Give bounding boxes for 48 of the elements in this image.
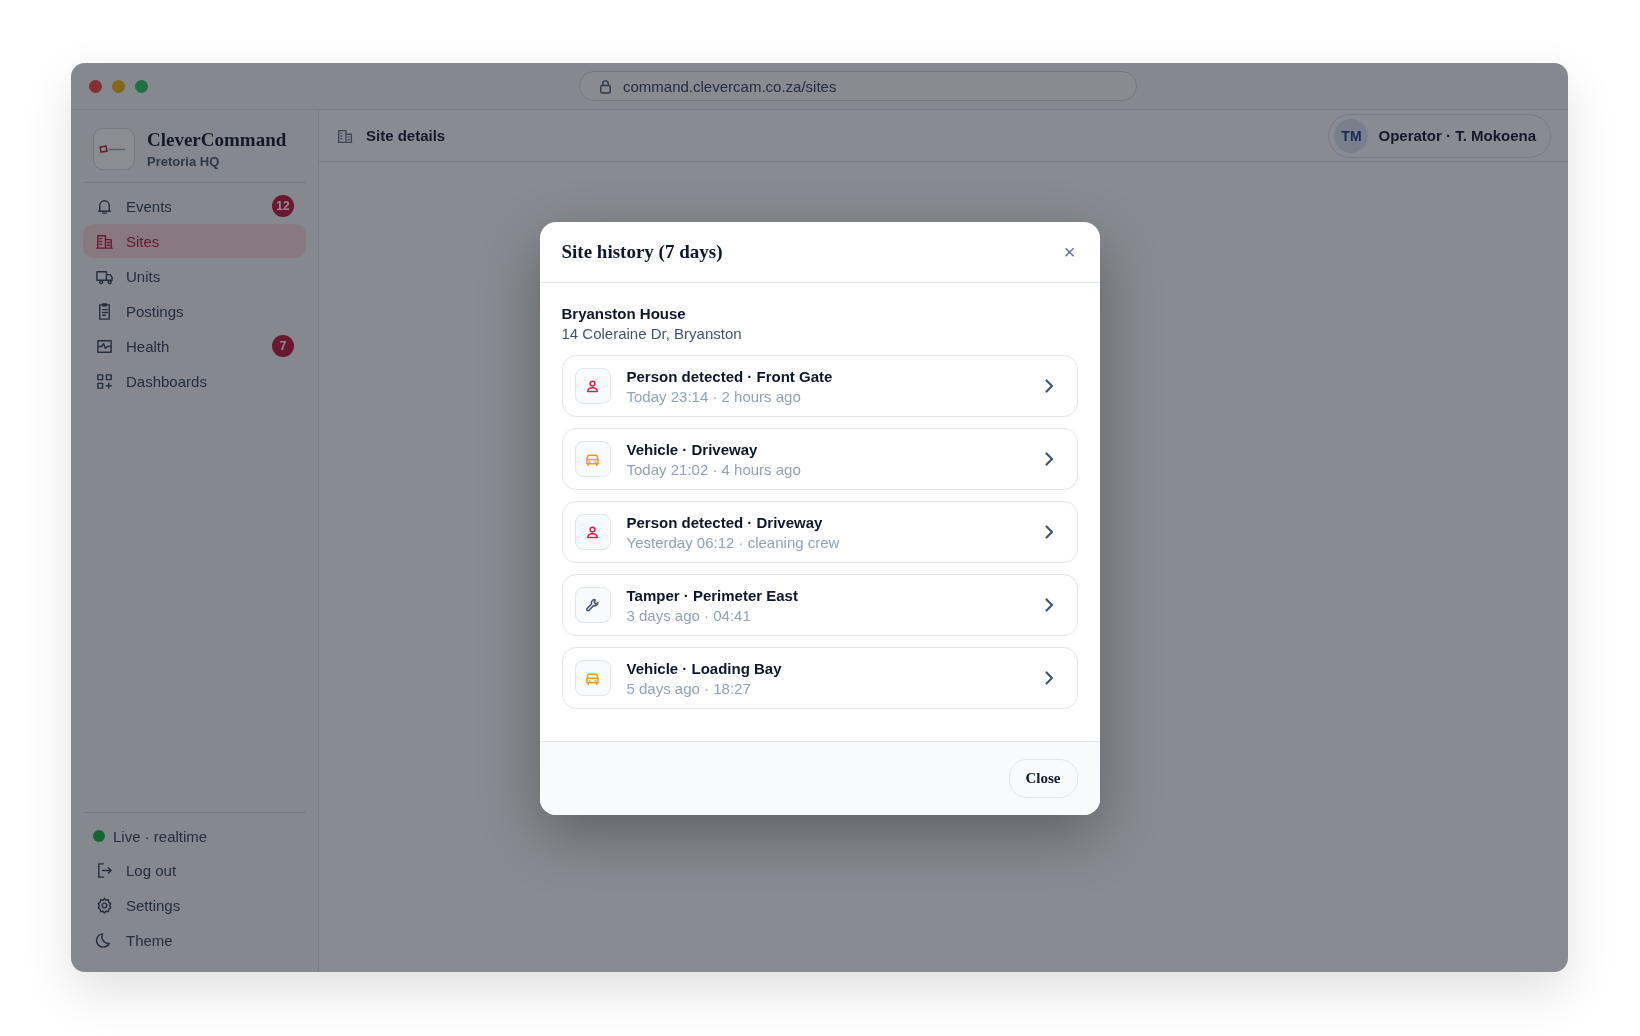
logout-icon: [95, 860, 114, 880]
event-title: Tamper · Perimeter East: [626, 586, 799, 604]
wrench-icon: [584, 596, 601, 614]
nav-item[interactable]: Units: [83, 259, 306, 293]
event-title: Vehicle · Driveway: [626, 440, 759, 458]
page-title: Site details: [366, 127, 446, 144]
event-row[interactable]: Person detected · Front Gate Today 23:14 · 2 hours ago: [561, 355, 1078, 417]
person-icon: [584, 377, 601, 395]
sidebar-link[interactable]: Theme: [83, 923, 306, 957]
app-logo: [93, 128, 135, 170]
event-time: 5 days ago · 18:27: [626, 679, 752, 697]
status-label: Live · realtime: [113, 827, 208, 845]
location-label: Pretoria HQ: [147, 154, 221, 169]
nav-item[interactable]: Events 12: [83, 189, 306, 223]
minimize-window-button[interactable]: [112, 79, 125, 93]
nav-item[interactable]: Health 7: [83, 329, 306, 363]
event-title: Vehicle · Loading Bay: [626, 659, 783, 677]
address-bar[interactable]: command.clevercam.co.za/sites: [579, 71, 1137, 101]
sidebar-link[interactable]: Log out: [83, 853, 306, 887]
event-row[interactable]: Person detected · Driveway Yesterday 06:12 · cleaning crew: [561, 501, 1078, 563]
count-badge: 7: [272, 335, 294, 357]
event-row[interactable]: Tamper · Perimeter East 3 days ago · 04:41: [561, 574, 1078, 636]
nav-item[interactable]: Sites: [83, 224, 306, 258]
event-title: Person detected · Driveway: [626, 513, 824, 531]
person-icon: [584, 523, 601, 541]
lock-icon: [598, 78, 613, 94]
event-row[interactable]: Vehicle · Loading Bay 5 days ago · 18:27: [561, 647, 1078, 709]
sidebar-link[interactable]: Settings: [83, 888, 306, 922]
site-address: 14 Coleraine Dr, Bryanston: [561, 325, 743, 342]
maximize-window-button[interactable]: [135, 79, 148, 93]
event-time: Today 23:14 · 2 hours ago: [626, 387, 802, 405]
nav-item[interactable]: Dashboards: [83, 364, 306, 398]
grid-icon: [95, 371, 114, 391]
close-window-button[interactable]: [89, 79, 102, 93]
app-name: CleverCommand: [147, 129, 287, 151]
user-avatar: TM: [1334, 118, 1369, 153]
nav-item[interactable]: Postings: [83, 294, 306, 328]
site-name: Bryanston House: [561, 305, 687, 322]
close-dialog-button[interactable]: Close: [1008, 759, 1078, 798]
event-time: Today 21:02 · 4 hours ago: [626, 460, 802, 478]
close-button[interactable]: ×: [1061, 240, 1078, 264]
event-title: Person detected · Front Gate: [626, 367, 834, 385]
event-time: 3 days ago · 04:41: [626, 606, 752, 624]
event-time: Yesterday 06:12 · cleaning crew: [626, 533, 841, 551]
settings-icon: [95, 895, 114, 915]
event-row[interactable]: Vehicle · Driveway Today 21:02 · 4 hours ago: [561, 428, 1078, 490]
count-badge: 12: [272, 195, 294, 217]
dialog-title: Site history (7 days): [561, 241, 723, 263]
